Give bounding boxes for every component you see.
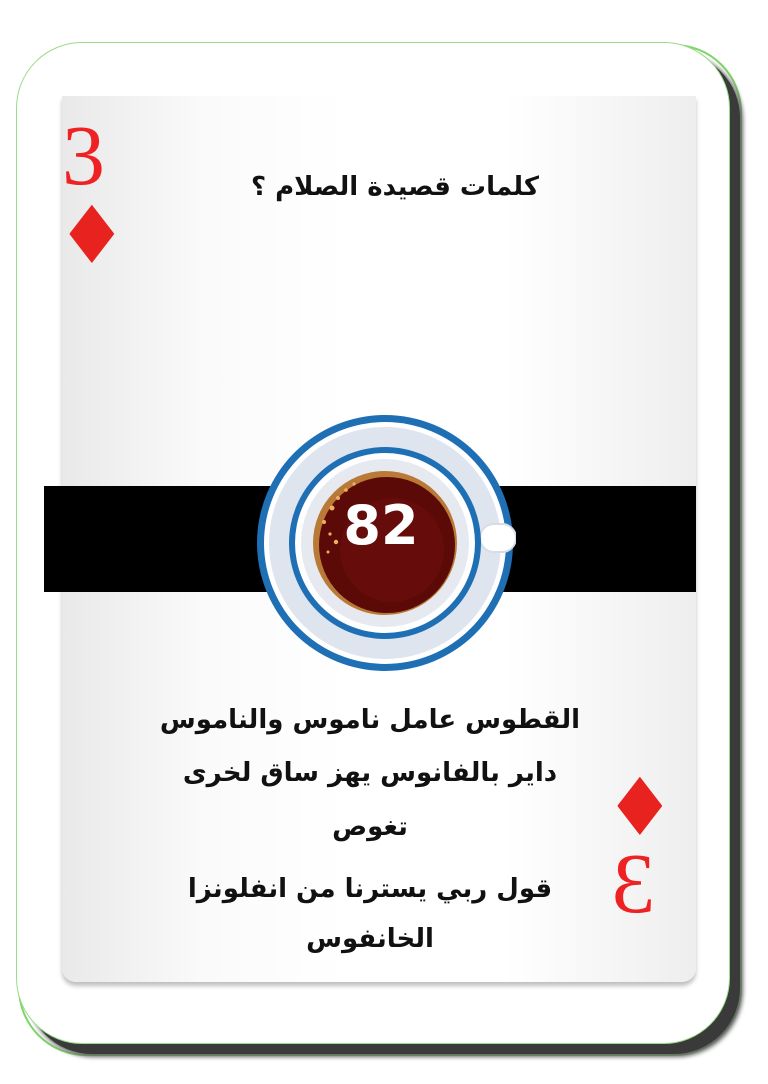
answer-line-3: تغوص <box>332 812 408 842</box>
card-stage: 3 ♦ كلمات قصيدة الصلام ؟ 82 القطوس عامل … <box>0 0 768 1084</box>
rank-top: 3 <box>62 107 105 203</box>
answer-line-2: داير بالفانوس يهز ساق لخرى <box>182 758 558 788</box>
answer-line-4: قول ربي يسترنا من انفلونزا <box>187 874 553 904</box>
question-text: كلمات قصيدة الصلام ؟ <box>250 172 539 202</box>
rank-bottom: 3 <box>612 835 655 931</box>
answer-line-1: القطوس عامل ناموس والناموس <box>159 705 581 735</box>
score-value: 82 <box>343 494 419 557</box>
answer-line-5: الخانفوس <box>306 924 434 954</box>
diamond-icon: ♦ <box>56 189 128 282</box>
